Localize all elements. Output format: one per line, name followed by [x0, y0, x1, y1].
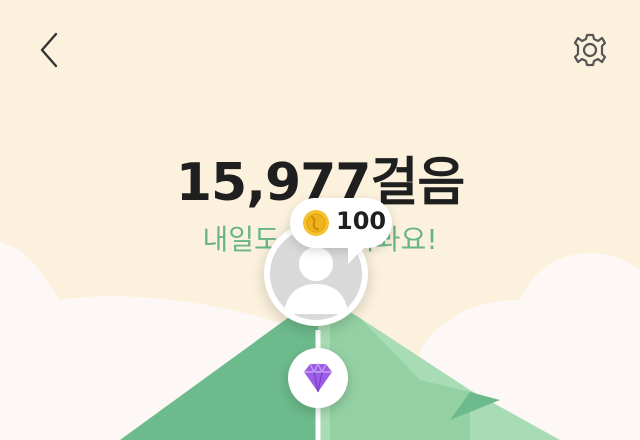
gear-icon — [573, 33, 607, 67]
coin-icon — [303, 210, 329, 236]
reward-bubble[interactable]: 100 — [290, 198, 392, 264]
bubble-tail — [348, 242, 370, 264]
diamond-icon — [304, 362, 332, 393]
chevron-left-icon — [40, 32, 58, 68]
reward-amount: 100 — [336, 207, 387, 235]
back-button[interactable] — [30, 28, 70, 72]
settings-button[interactable] — [568, 30, 612, 74]
milestone-gem-marker[interactable] — [288, 348, 348, 408]
